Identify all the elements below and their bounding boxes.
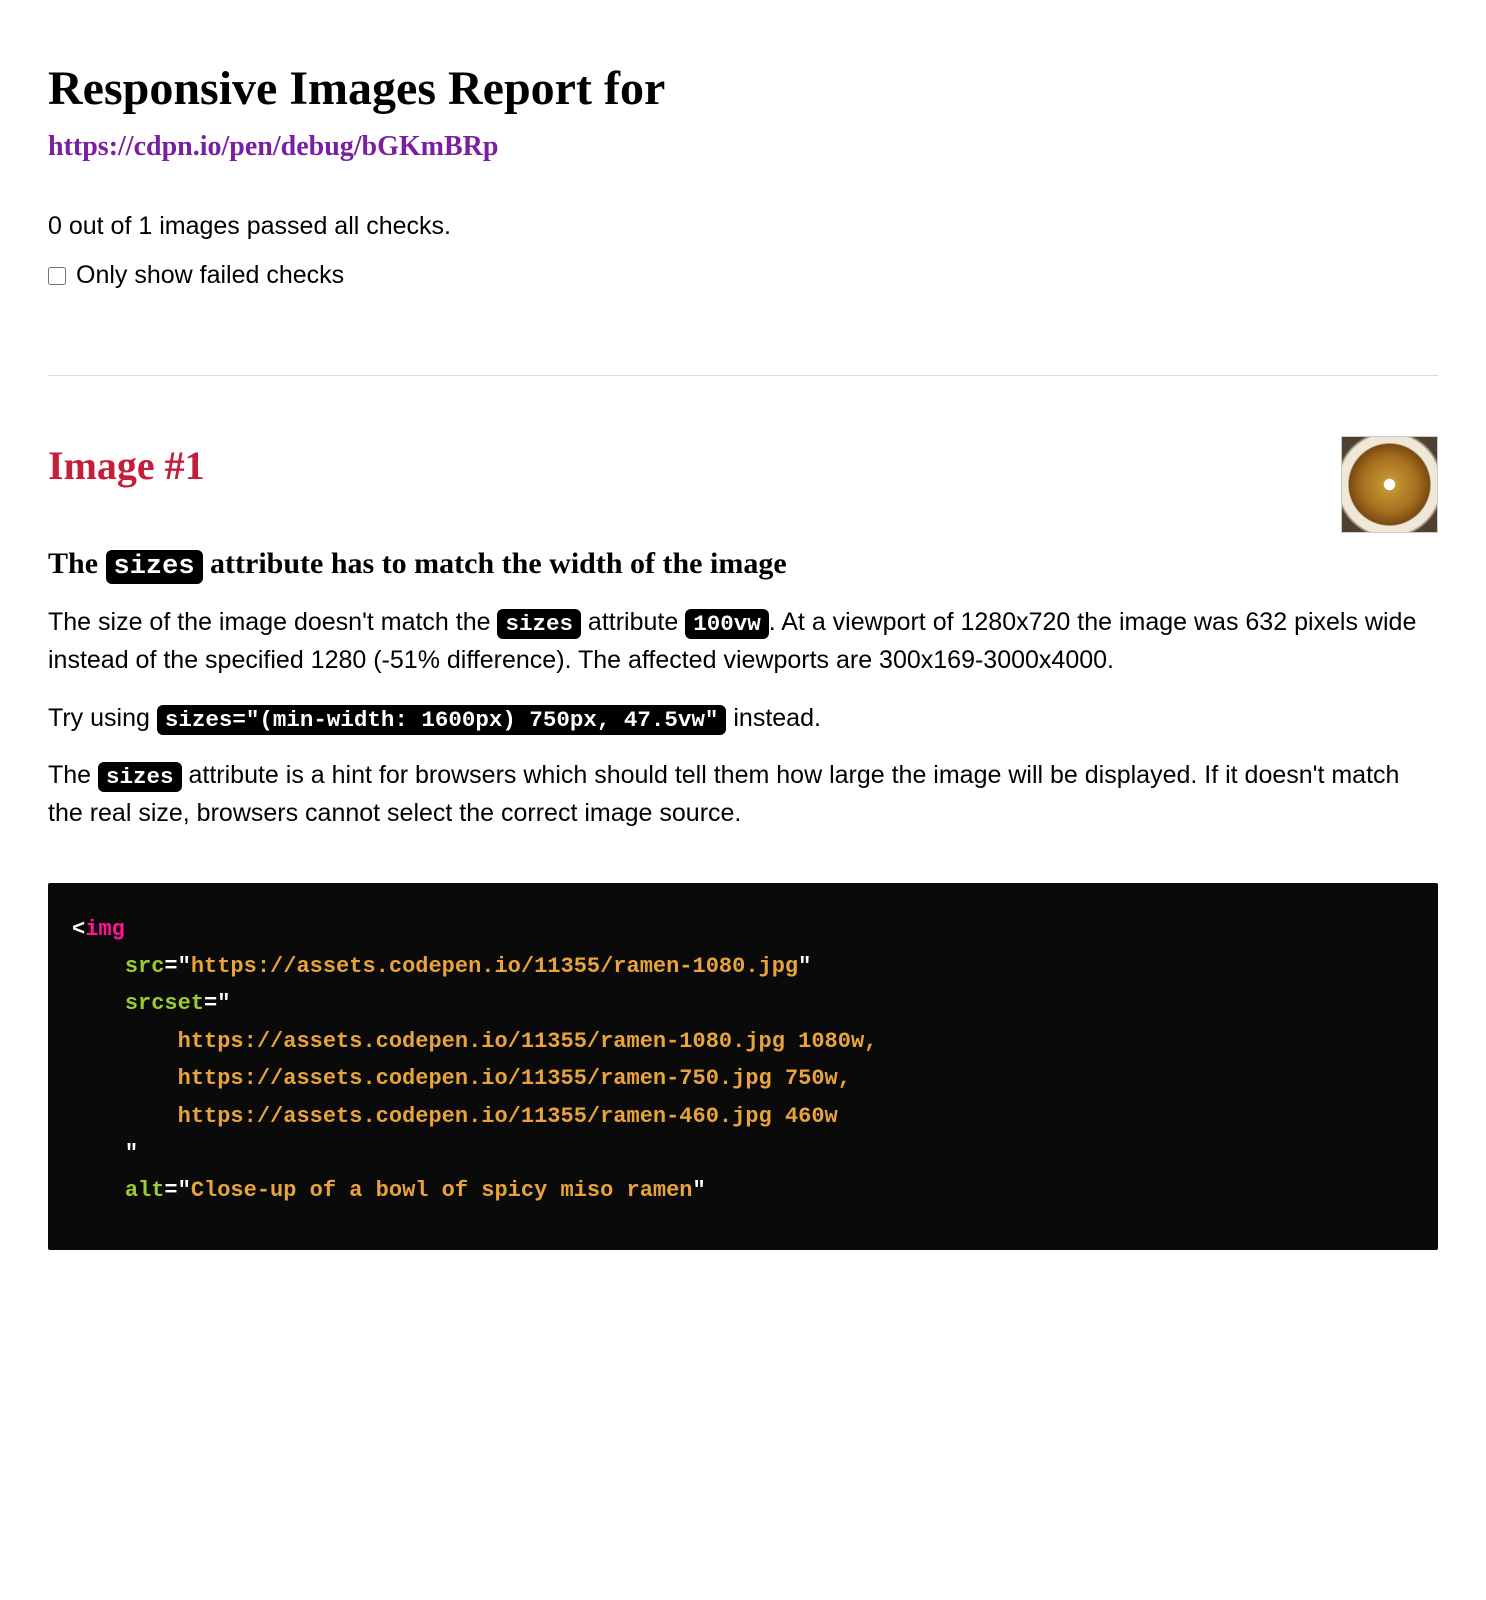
filter-failed-checks[interactable]: Only show failed checks [48, 257, 1438, 295]
divider [48, 375, 1438, 376]
text-span: attribute [581, 608, 685, 636]
check-title: The sizes attribute has to match the wid… [48, 543, 1438, 587]
check-para-1: The size of the image doesn't match the … [48, 604, 1438, 679]
text-span: The size of the image doesn't match the [48, 608, 497, 636]
sizes-code: sizes [497, 609, 581, 639]
filter-failed-label: Only show failed checks [76, 257, 344, 295]
text-span: instead. [726, 704, 821, 732]
sizes-value-code: 100vw [685, 609, 769, 639]
sizes-code: sizes [106, 550, 203, 584]
text-span: The [48, 761, 98, 789]
image-heading: Image #1 [48, 436, 205, 496]
page-title: Responsive Images Report for [48, 60, 1438, 118]
check-para-3: The sizes attribute is a hint for browse… [48, 757, 1438, 832]
suggested-sizes-code: sizes="(min-width: 1600px) 750px, 47.5vw… [157, 705, 727, 735]
text-span: attribute is a hint for browsers which s… [48, 761, 1399, 827]
check-title-pre: The [48, 547, 106, 580]
code-block: <img src="https://assets.codepen.io/1135… [48, 883, 1438, 1250]
filter-failed-checkbox[interactable] [48, 267, 66, 285]
check-title-post: attribute has to match the width of the … [203, 547, 787, 580]
report-url-link[interactable]: https://cdpn.io/pen/debug/bGKmBRp [48, 126, 498, 168]
text-span: Try using [48, 704, 157, 732]
image-thumbnail [1341, 436, 1438, 533]
summary-text: 0 out of 1 images passed all checks. [48, 208, 1438, 246]
check-para-2: Try using sizes="(min-width: 1600px) 750… [48, 700, 1438, 738]
sizes-code: sizes [98, 762, 182, 792]
